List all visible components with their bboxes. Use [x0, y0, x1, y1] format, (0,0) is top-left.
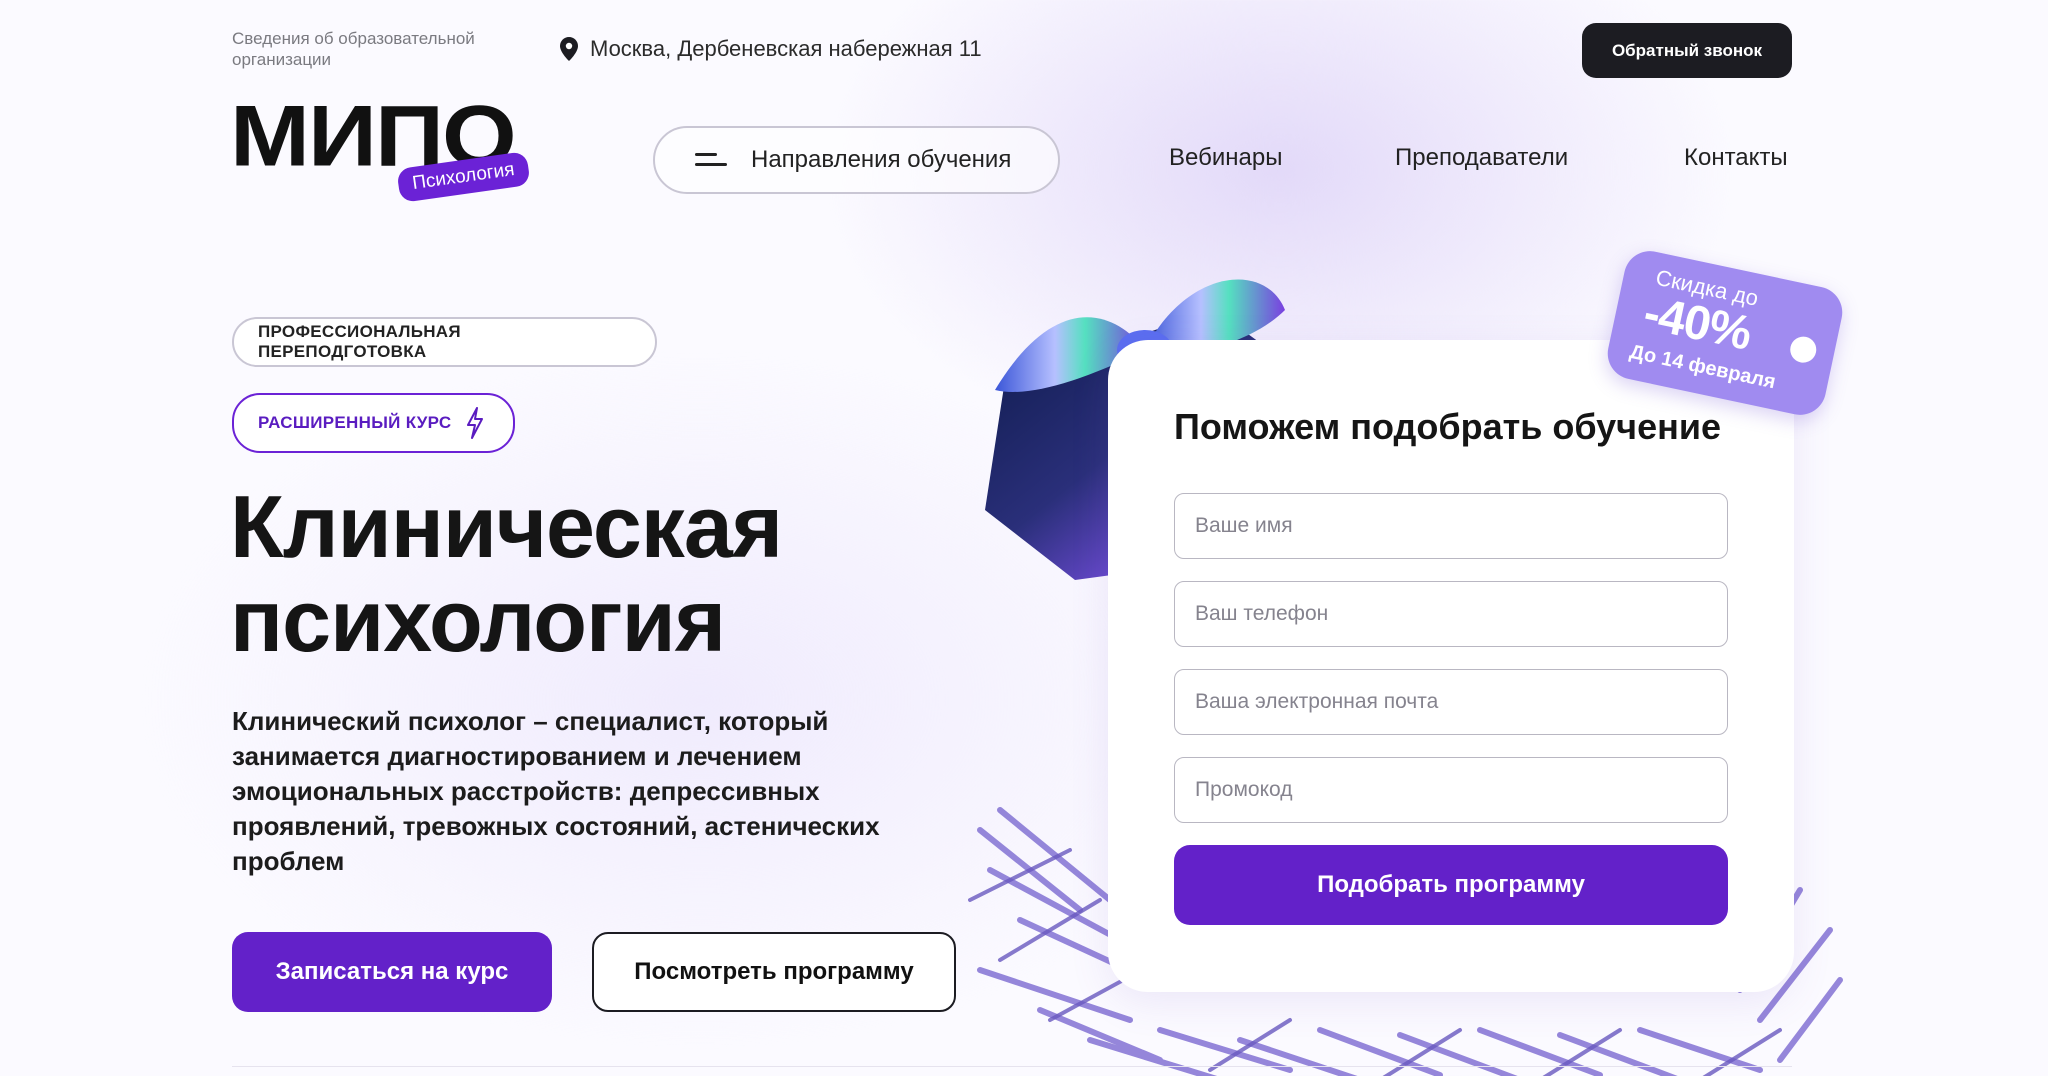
address: Москва, Дербеневская набережная 11	[560, 36, 982, 62]
email-input[interactable]	[1174, 669, 1728, 735]
nav-contacts[interactable]: Контакты	[1684, 144, 1788, 172]
menu-icon	[695, 151, 727, 169]
nav-directions-button[interactable]: Направления обучения	[653, 126, 1060, 194]
lead-form-card: Поможем подобрать обучение Подобрать про…	[1108, 340, 1794, 992]
form-title: Поможем подобрать обучение	[1174, 406, 1721, 447]
phone-input[interactable]	[1174, 581, 1728, 647]
view-program-button[interactable]: Посмотреть программу	[592, 932, 956, 1012]
promo-code-input[interactable]	[1174, 757, 1728, 823]
lightning-icon	[467, 407, 484, 439]
callback-button[interactable]: Обратный звонок	[1582, 23, 1792, 78]
nav-directions-label: Направления обучения	[751, 146, 1012, 173]
tag-retraining: ПРОФЕССИОНАЛЬНАЯ ПЕРЕПОДГОТОВКА	[232, 317, 657, 367]
course-description: Клинический психолог – специалист, котор…	[232, 706, 880, 876]
logo[interactable]: МИПО Психология	[230, 93, 550, 206]
title-line-1: Клиническая	[230, 477, 783, 576]
page-title: Клиническая психология	[230, 480, 930, 668]
tag-extended-course: РАСШИРЕННЫЙ КУРС	[232, 393, 515, 453]
address-text: Москва, Дербеневская набережная 11	[590, 36, 982, 61]
location-pin-icon	[560, 37, 578, 61]
tag-hole	[1787, 334, 1819, 366]
enroll-button[interactable]: Записаться на курс	[232, 932, 552, 1012]
title-line-2: психология	[230, 571, 726, 670]
pick-program-button[interactable]: Подобрать программу	[1174, 845, 1728, 925]
name-input[interactable]	[1174, 493, 1728, 559]
nav-webinars[interactable]: Вебинары	[1169, 144, 1282, 172]
bottom-divider	[232, 1066, 1792, 1076]
tag-extended-course-label: РАСШИРЕННЫЙ КУРС	[258, 413, 452, 432]
org-info-link[interactable]: Сведения об образовательной организации	[232, 28, 532, 70]
nav-teachers[interactable]: Преподаватели	[1395, 144, 1568, 172]
